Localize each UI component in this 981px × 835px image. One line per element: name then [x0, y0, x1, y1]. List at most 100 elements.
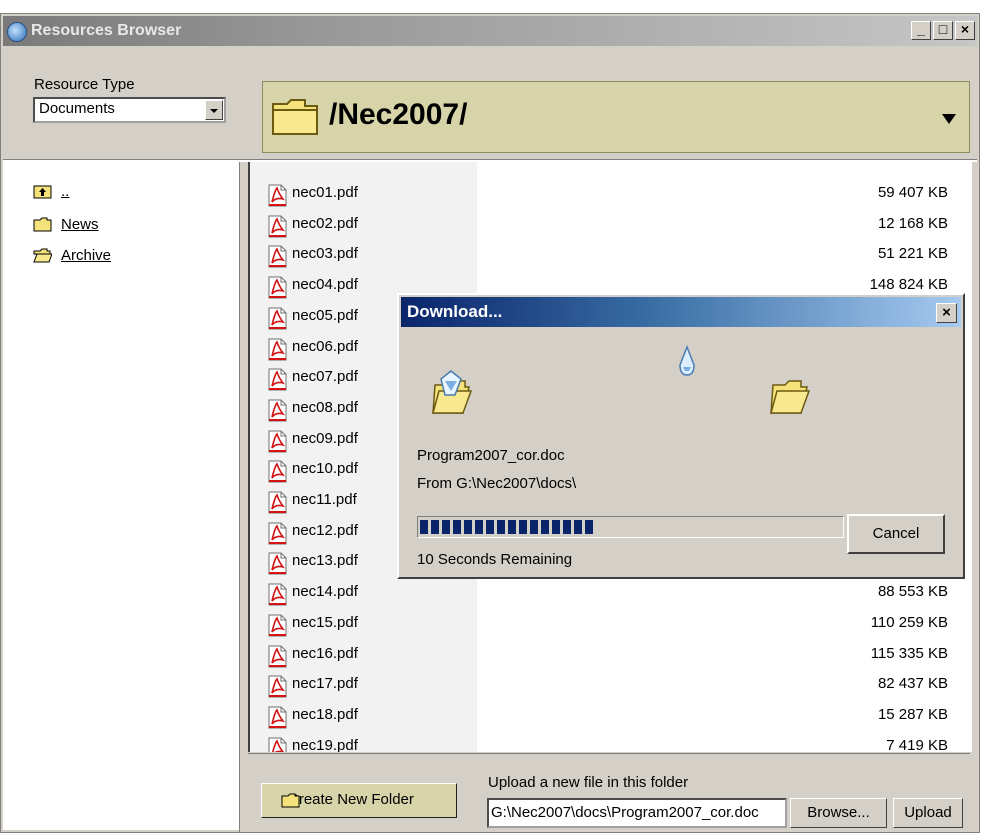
file-row[interactable]: nec14.pdf 88 553 KB: [250, 577, 970, 607]
folder-open-icon: [33, 248, 52, 263]
minimize-button[interactable]: _: [911, 21, 931, 40]
pdf-file-icon: [268, 245, 287, 268]
download-file-name: Program2007_cor.doc: [417, 447, 565, 464]
folder-dropdown-icon[interactable]: [942, 114, 956, 124]
file-name: nec15.pdf: [292, 613, 358, 631]
file-name: nec08.pdf: [292, 398, 358, 416]
pdf-file-icon: [268, 460, 287, 483]
resource-type-value: Documents: [39, 100, 115, 117]
file-size: 15 287 KB: [877, 705, 948, 723]
flying-document-icon: [679, 345, 695, 376]
file-name: nec07.pdf: [292, 368, 358, 386]
dialog-title: Download...: [407, 302, 503, 321]
app-icon: [7, 22, 27, 42]
create-folder-label: Create New Folder: [288, 791, 414, 808]
pdf-file-icon: [268, 491, 287, 514]
folder-icon: [33, 217, 52, 232]
file-name: nec18.pdf: [292, 705, 358, 723]
file-name: nec19.pdf: [292, 736, 358, 752]
window-title: Resources Browser: [31, 22, 182, 39]
file-size: 82 437 KB: [877, 675, 948, 693]
file-row[interactable]: nec17.pdf 82 437 KB: [250, 669, 970, 699]
file-size: 12 168 KB: [877, 214, 948, 232]
close-button[interactable]: ×: [955, 21, 975, 40]
pdf-file-icon: [268, 307, 287, 330]
file-size: 7 419 KB: [886, 736, 948, 752]
chevron-down-icon[interactable]: [205, 100, 223, 120]
current-folder-header[interactable]: /Nec2007/: [262, 81, 970, 153]
bottom-toolbar: Create New Folder Upload a new file in t…: [248, 753, 970, 832]
file-row[interactable]: nec18.pdf 15 287 KB: [250, 700, 970, 730]
pdf-file-icon: [268, 614, 287, 637]
file-row[interactable]: nec03.pdf 51 221 KB: [250, 239, 970, 269]
maximize-button[interactable]: □: [933, 21, 953, 40]
upload-file-input[interactable]: G:\Nec2007\docs\Program2007_cor.doc: [487, 798, 787, 828]
file-name: nec06.pdf: [292, 337, 358, 355]
download-progress-bar: [417, 516, 844, 538]
file-name: nec05.pdf: [292, 306, 358, 324]
resource-type-label: Resource Type: [34, 76, 135, 93]
file-size: 148 824 KB: [869, 276, 948, 294]
pdf-file-icon: [268, 215, 287, 238]
pdf-file-icon: [268, 430, 287, 453]
pdf-file-icon: [268, 522, 287, 545]
file-size: 88 553 KB: [877, 583, 948, 601]
pdf-file-icon: [268, 675, 287, 698]
folder-icon: [281, 793, 300, 808]
file-size: 51 221 KB: [877, 245, 948, 263]
file-name: nec04.pdf: [292, 276, 358, 294]
upload-label: Upload a new file in this folder: [488, 774, 689, 791]
tree-item-label: ..: [61, 183, 70, 200]
destination-folder-icon: [770, 380, 811, 414]
file-name: nec12.pdf: [292, 521, 358, 539]
pdf-file-icon: [268, 368, 287, 391]
time-remaining: 10 Seconds Remaining: [417, 551, 573, 568]
resource-type-select[interactable]: Documents: [33, 97, 226, 123]
panel-splitter[interactable]: [239, 162, 246, 832]
source-folder-icon: [432, 370, 473, 414]
pdf-file-icon: [268, 706, 287, 729]
tree-item-label: News: [61, 216, 99, 233]
download-source: From G:\Nec2007\docs\: [417, 475, 577, 492]
tree-item-label: Archive: [61, 247, 112, 264]
file-name: nec01.pdf: [292, 184, 358, 201]
file-size: 110 259 KB: [870, 613, 948, 631]
file-name: nec11.pdf: [292, 491, 357, 508]
file-name: nec09.pdf: [292, 429, 358, 447]
pdf-file-icon: [268, 737, 287, 752]
file-name: nec13.pdf: [292, 552, 358, 570]
file-size: 59 407 KB: [877, 184, 948, 201]
file-row[interactable]: nec15.pdf 110 259 KB: [250, 608, 970, 638]
pdf-file-icon: [268, 276, 287, 299]
file-row[interactable]: nec01.pdf 59 407 KB: [250, 178, 970, 208]
folder-icon: [272, 99, 318, 135]
file-name: nec17.pdf: [292, 675, 358, 693]
file-row[interactable]: nec16.pdf 115 335 KB: [250, 639, 970, 669]
file-size: 115 335 KB: [870, 644, 948, 662]
window-titlebar[interactable]: Resources Browser _ □ ×: [3, 16, 977, 46]
dialog-close-button[interactable]: ×: [936, 303, 957, 323]
file-name: nec16.pdf: [292, 644, 358, 662]
folder-tree-panel: .. News Archive: [3, 162, 239, 830]
pdf-file-icon: [268, 184, 287, 207]
folder-up-icon: [33, 185, 52, 199]
cancel-button[interactable]: Cancel: [847, 514, 945, 554]
browse-button[interactable]: Browse...: [790, 798, 887, 828]
file-name: nec14.pdf: [292, 583, 358, 601]
file-row[interactable]: nec19.pdf 7 419 KB: [250, 731, 970, 752]
dialog-titlebar[interactable]: Download... ×: [401, 297, 961, 327]
folder-path: /Nec2007/: [329, 98, 468, 131]
pdf-file-icon: [268, 583, 287, 606]
pdf-file-icon: [268, 645, 287, 667]
file-name: nec02.pdf: [292, 214, 358, 232]
pdf-file-icon: [268, 552, 287, 575]
file-name: nec03.pdf: [292, 245, 358, 263]
download-progress-fill: [420, 520, 593, 534]
file-row[interactable]: nec02.pdf 12 168 KB: [250, 209, 970, 239]
create-folder-button[interactable]: Create New Folder: [261, 783, 457, 818]
upload-button[interactable]: Upload: [893, 798, 963, 828]
pdf-file-icon: [268, 338, 287, 360]
file-name: nec10.pdf: [292, 460, 358, 478]
download-dialog: Download... × Program2007_cor.doc From G…: [397, 293, 965, 579]
pdf-file-icon: [268, 399, 287, 422]
